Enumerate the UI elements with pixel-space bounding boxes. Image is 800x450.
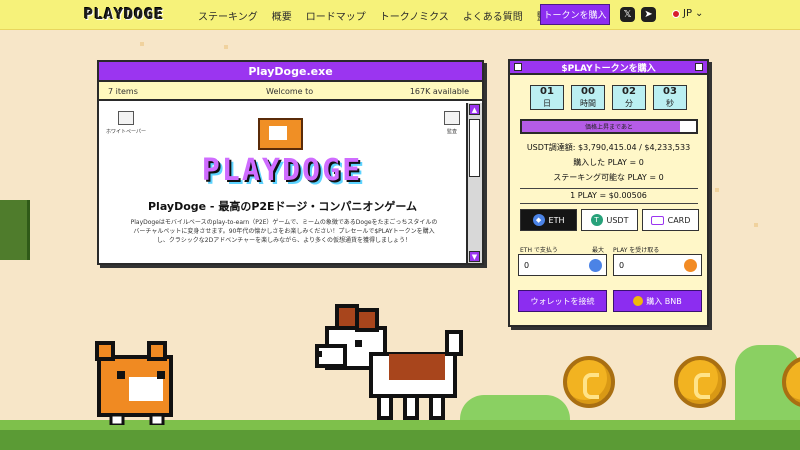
hero-description: PlayDogeはモバイルベースのplay-to-earn（P2E）ゲームで、ミ… <box>130 219 438 244</box>
document-icon <box>444 111 460 125</box>
progress-label: 価格上昇まであと <box>585 124 633 131</box>
buy-bnb-button[interactable]: 購入 BNB <box>613 290 702 312</box>
window-content: ホワイトペーパー 監査 PLAYDOGE PlayDoge - 最高のP2Eドー… <box>99 103 466 263</box>
hero-title: PlayDoge - 最高のP2Eドージ・コンパニオンゲーム <box>147 200 417 213</box>
playdoge-exe-window: PlayDoge.exe 7 items Welcome to 167K ava… <box>97 60 484 265</box>
max-label[interactable]: 最大 <box>592 245 604 254</box>
eth-icon: ◆ <box>532 214 545 226</box>
background-pixel <box>224 45 228 49</box>
audit-desktop-icon[interactable]: 監査 <box>441 111 463 135</box>
bnb-icon <box>633 296 644 306</box>
receive-amount-value: 0 <box>619 261 625 270</box>
countdown-unit: 秒 <box>666 99 674 108</box>
doge-mascot-icon <box>258 118 303 150</box>
status-available: 167K available <box>409 87 469 96</box>
countdown-days: 01 日 <box>530 85 564 110</box>
japan-flag-icon <box>672 9 680 18</box>
status-items: 7 items <box>108 87 138 96</box>
countdown-hours: 00 時間 <box>571 85 605 110</box>
price-progress-bar: 価格上昇まであと <box>520 119 698 134</box>
pay-with-eth-label: ETH で支払う <box>520 247 558 254</box>
usdt-icon: T <box>590 214 603 226</box>
background-pixel <box>754 223 758 227</box>
doge-token-icon <box>684 259 697 272</box>
eth-icon <box>589 259 602 272</box>
presale-title-bar: $PLAYトークンを購入 <box>510 61 707 75</box>
playdoge-pixel-logo: PLAYDOGE <box>201 152 363 188</box>
pay-eth-option[interactable]: ◆ ETH <box>520 209 577 231</box>
gold-coin-icon <box>674 356 726 408</box>
nav-staking[interactable]: ステーキング <box>198 8 258 23</box>
whitepaper-desktop-icon[interactable]: ホワイトペーパー <box>105 111 147 135</box>
language-selector[interactable]: JP ⌄ <box>672 8 703 19</box>
main-nav: ステーキング 概要 ロードマップ トークノミクス よくある質問 監査 <box>198 8 557 23</box>
telegram-icon[interactable]: ➤ <box>641 7 656 22</box>
pay-amount-input[interactable]: 0 <box>518 254 607 276</box>
pixel-tree <box>0 200 30 260</box>
audit-label: 監査 <box>446 129 457 135</box>
presale-title: $PLAYトークンを購入 <box>561 63 656 74</box>
background-pixel <box>715 188 719 192</box>
window-square-icon <box>695 63 703 71</box>
chevron-down-icon: ⌄ <box>694 8 704 19</box>
countdown-minutes: 02 分 <box>612 85 646 110</box>
nav-roadmap[interactable]: ロードマップ <box>306 8 366 23</box>
countdown-unit: 時間 <box>580 99 596 108</box>
window-square-icon <box>514 63 522 71</box>
presale-widget: $PLAYトークンを購入 01 日 00 時間 02 分 03 秒 価格上昇まで… <box>508 59 709 327</box>
eth-label: ETH <box>548 215 565 225</box>
scroll-up-icon[interactable]: ▲ <box>469 104 480 115</box>
pay-card-option[interactable]: CARD <box>642 209 699 231</box>
gold-coin-icon <box>563 356 615 408</box>
countdown-value: 02 <box>622 86 636 97</box>
window-title: PlayDoge.exe <box>99 62 482 82</box>
window-scrollbar[interactable]: ▲ ▼ <box>466 103 482 263</box>
receive-amount-input[interactable]: 0 <box>613 254 702 276</box>
purchased-play: 購入した PLAY = 0 <box>573 158 644 167</box>
countdown-unit: 日 <box>543 99 551 108</box>
card-icon <box>650 215 664 225</box>
pay-amount-value: 0 <box>524 261 530 270</box>
usdt-label: USDT <box>606 215 629 225</box>
usdt-raised: USDT調達額: $3,790,415.04 / $4,233,533 <box>526 143 691 152</box>
window-status-bar: 7 items Welcome to 167K available <box>99 82 482 101</box>
card-label: CARD <box>667 215 691 225</box>
pay-usdt-option[interactable]: T USDT <box>581 209 638 231</box>
white-brown-dog-illustration <box>315 304 463 420</box>
countdown-unit: 分 <box>625 99 633 108</box>
dark-grass-ground <box>0 430 800 450</box>
buy-token-button[interactable]: トークンを購入 <box>540 4 610 25</box>
language-code: JP <box>683 8 692 19</box>
token-rate: 1 PLAY = $0.00506 <box>570 191 647 200</box>
x-twitter-icon[interactable]: 𝕏 <box>620 7 635 22</box>
whitepaper-label: ホワイトペーパー <box>106 129 146 135</box>
nav-faq[interactable]: よくある質問 <box>463 8 523 23</box>
scroll-thumb[interactable] <box>469 119 480 177</box>
connect-wallet-button[interactable]: ウォレットを接続 <box>518 290 607 312</box>
countdown-value: 01 <box>540 86 554 97</box>
countdown-value: 00 <box>581 86 595 97</box>
nav-tokenomics[interactable]: トークノミクス <box>380 8 449 23</box>
receive-play-label: PLAY を受け取る <box>613 247 660 254</box>
buy-bnb-label: 購入 BNB <box>646 296 682 306</box>
divider <box>520 188 698 189</box>
scroll-down-icon[interactable]: ▼ <box>469 251 480 262</box>
background-pixel <box>140 42 144 46</box>
divider <box>520 203 698 204</box>
top-navigation-bar: PLAYDOGE ステーキング 概要 ロードマップ トークノミクス よくある質問… <box>0 0 800 30</box>
countdown-value: 03 <box>663 86 677 97</box>
countdown-seconds: 03 秒 <box>653 85 687 110</box>
playdoge-logo[interactable]: PLAYDOGE <box>84 5 164 23</box>
nav-overview[interactable]: 概要 <box>272 8 292 23</box>
stakeable-play: ステーキング可能な PLAY = 0 <box>553 173 664 182</box>
shiba-doge-illustration <box>95 341 173 425</box>
printer-icon <box>118 111 134 125</box>
status-welcome: Welcome to <box>266 87 314 96</box>
